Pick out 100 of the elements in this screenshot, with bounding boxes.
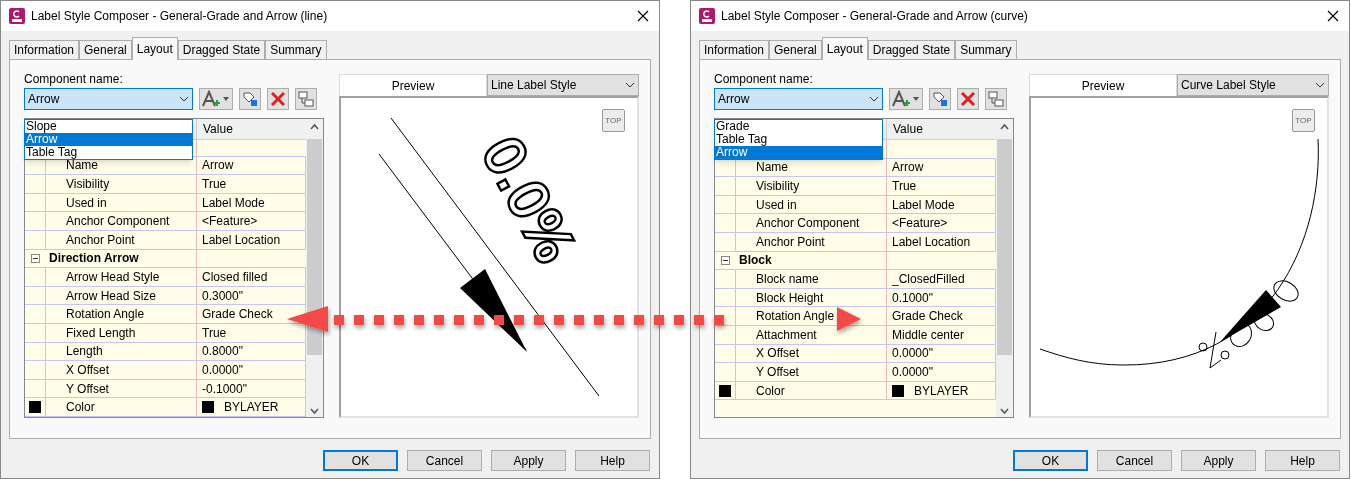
preview-tab[interactable]: Preview [1029,74,1177,96]
delete-component-button[interactable] [957,87,979,110]
property-value[interactable]: -0.1000" [202,379,247,398]
preview-tab[interactable]: Preview [339,74,487,96]
tab[interactable]: Layout [131,37,178,60]
property-name: Y Offset [66,380,109,398]
property-value[interactable]: Closed filled [202,268,268,287]
tab[interactable]: Dragged State [177,40,266,59]
property-name: Length [66,343,103,361]
chevron-down-icon [179,95,189,102]
property-name: Y Offset [756,363,799,381]
property-value[interactable]: <Feature> [892,214,948,233]
delete-component-button[interactable] [267,87,289,110]
property-name: Color [756,382,785,400]
copy-component-button[interactable] [239,87,261,110]
tab[interactable]: Dragged State [867,40,956,59]
tab[interactable]: Layout [821,37,868,60]
dropdown-option[interactable]: Table Tag [715,133,882,146]
dropdown-option[interactable]: Arrow [25,133,192,146]
view-cube-button[interactable]: TOP [1292,109,1315,132]
property-name: Anchor Point [756,233,825,251]
property-value[interactable]: BYLAYER [914,381,969,400]
add-component-button[interactable] [889,87,923,110]
property-name: Anchor Component [66,213,170,231]
property-value[interactable]: 0.1000" [892,288,933,307]
property-value[interactable]: Label Location [202,230,281,249]
tab[interactable]: Information [9,40,80,59]
dialog-button[interactable]: Help [575,450,650,471]
property-name: Visibility [756,178,800,195]
close-icon [271,91,285,106]
dropdown-option[interactable]: Slope [25,120,192,133]
component-draw-order-button[interactable] [295,87,317,110]
tab[interactable]: Information [699,40,770,59]
property-value[interactable]: 0.0000" [892,362,933,381]
dropdown-option[interactable]: Table Tag [25,146,192,159]
tab[interactable]: General [769,40,822,59]
property-value[interactable]: Middle center [892,325,965,344]
view-cube-button[interactable]: TOP [602,109,625,132]
color-swatch [29,401,41,414]
property-value[interactable]: True [202,323,227,342]
property-value[interactable]: 0.8000" [202,342,243,361]
tab[interactable]: Summary [265,40,327,59]
color-swatch [892,384,904,397]
dialog-button[interactable]: OK [1013,450,1088,471]
group-label: Block [739,252,772,270]
group-label: Direction Arrow [49,250,139,268]
close-icon[interactable] [637,10,649,22]
tab[interactable]: Summary [955,40,1017,59]
dropdown-option[interactable]: Grade [715,120,882,133]
component-draw-order-button[interactable] [985,87,1007,110]
collapse-icon[interactable] [30,253,40,263]
scrollbar[interactable] [306,119,323,417]
component-dropdown[interactable]: Arrow [24,87,193,110]
property-value[interactable]: True [892,177,917,195]
dialog-button[interactable]: Help [1265,450,1340,471]
window-title: Label Style Composer - General-Grade and Arrow (line) [31,8,328,25]
copy-component-button[interactable] [929,87,951,110]
property-name: Attachment [756,326,817,344]
dialog-button[interactable]: Cancel [1097,450,1172,471]
close-icon [961,91,975,106]
property-name: Block name [756,270,819,288]
property-value[interactable]: Label Mode [202,193,265,212]
dropdown-option[interactable]: Arrow [715,146,882,159]
property-value[interactable]: 0.0000" [202,361,243,379]
property-value[interactable]: <Feature> [202,212,258,231]
property-value[interactable]: Label Mode [892,195,955,214]
dialog-button[interactable]: Apply [491,450,566,471]
property-value[interactable]: Label Location [892,232,971,251]
collapse-icon[interactable] [720,255,730,265]
close-icon[interactable] [1327,10,1339,22]
dialog-button[interactable]: Apply [1181,450,1256,471]
field-label: Component name: [24,71,124,87]
property-value[interactable]: 0.0000" [892,344,933,363]
app-icon [9,8,25,24]
property-name: X Offset [66,362,110,379]
property-value[interactable]: True [202,175,227,194]
component-dropdown[interactable]: Arrow [714,87,883,110]
label-style-dropdown[interactable]: Line Label Style [487,74,639,96]
property-value[interactable]: Grade Check [892,307,963,326]
column-header: Value [892,121,924,138]
scrollbar[interactable] [996,119,1013,417]
property-value[interactable]: BYLAYER [224,398,279,417]
field-label: Component name: [714,71,814,87]
chevron-down-icon [625,82,635,88]
property-name: Block Height [756,289,824,307]
property-value[interactable]: 0.3000" [202,286,243,305]
property-value[interactable]: _ClosedFilled [892,269,965,288]
dialog-button[interactable]: OK [323,450,398,471]
color-swatch [719,384,731,397]
property-value[interactable]: Arrow [202,156,234,175]
tab[interactable]: General [79,40,132,59]
add-component-button[interactable] [199,87,233,110]
property-value[interactable]: Grade Check [202,305,273,324]
add-text-icon [891,89,921,108]
property-value[interactable]: Arrow [892,158,924,177]
window-title: Label Style Composer - General-Grade and Arrow (curve) [721,8,1028,25]
dialog-button[interactable]: Cancel [407,450,482,471]
chevron-down-icon [1315,82,1325,88]
property-name: Color [66,399,95,417]
label-style-dropdown[interactable]: Curve Label Style [1177,74,1329,96]
